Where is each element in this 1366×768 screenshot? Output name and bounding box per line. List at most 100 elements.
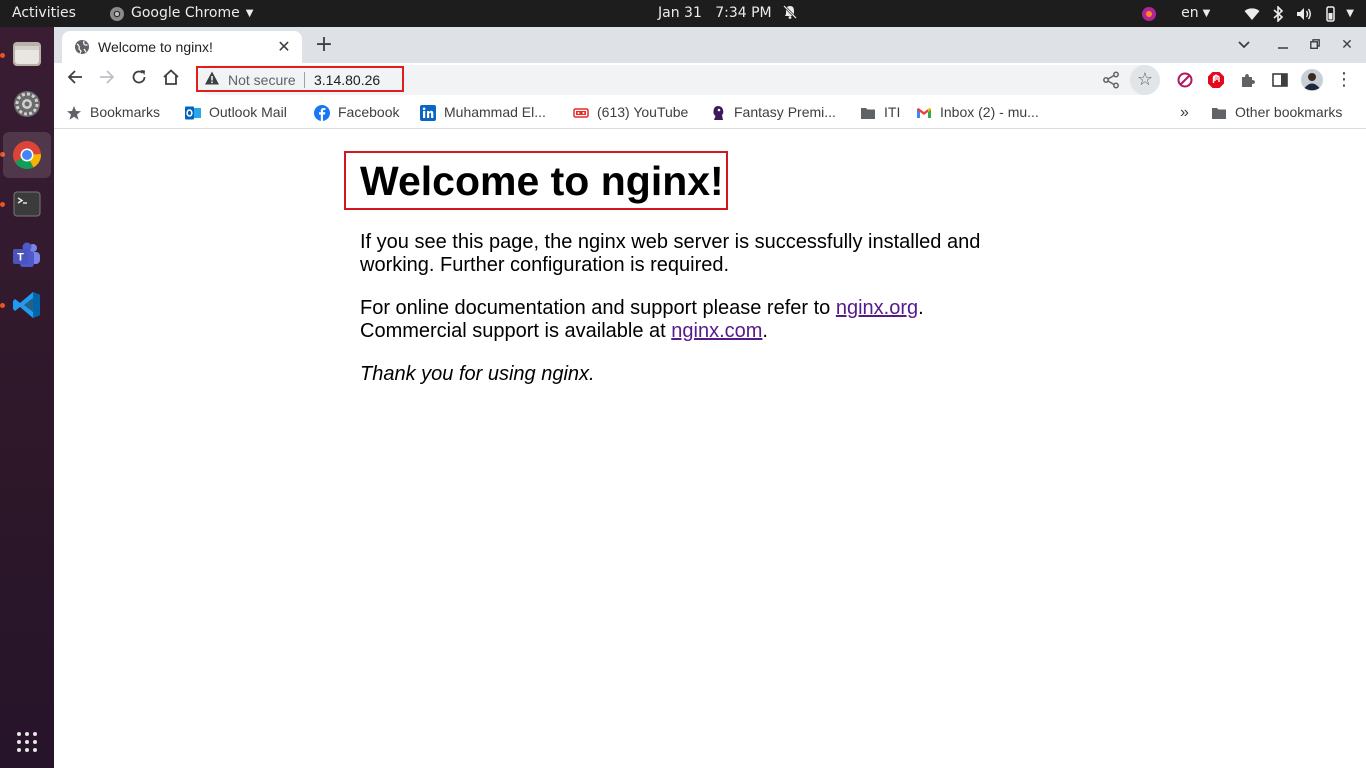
ubuntu-dock: T bbox=[0, 27, 54, 768]
commercial-line: Commercial support is available at nginx… bbox=[360, 320, 768, 343]
bookmarks-bar: Bookmarks Outlook Mail Facebook Muhammad… bbox=[54, 97, 1366, 129]
chrome-icon bbox=[110, 6, 124, 21]
caret-down-icon: ▼ bbox=[245, 8, 254, 19]
back-arrow-icon[interactable] bbox=[63, 68, 87, 92]
browser-toolbar: Not secure 3.14.80.26 ☆ ⋮ bbox=[54, 63, 1366, 97]
system-top-bar: Activities Google Chrome ▼ Jan 31 7:34 P… bbox=[0, 0, 1366, 27]
settings-launcher[interactable] bbox=[3, 81, 51, 127]
vscode-launcher[interactable] bbox=[3, 282, 51, 328]
forward-arrow-icon[interactable] bbox=[95, 68, 119, 92]
new-tab-button[interactable]: + bbox=[312, 33, 336, 57]
tab-close-icon[interactable]: ✕ bbox=[276, 39, 292, 55]
commercial-text: Commercial support is available at bbox=[360, 320, 672, 342]
terminal-launcher[interactable] bbox=[3, 181, 51, 227]
globe-icon bbox=[75, 40, 89, 54]
app-menu[interactable]: Google Chrome ▼ bbox=[109, 0, 253, 27]
microsoft-teams-icon: T bbox=[13, 242, 40, 267]
docs-period: . bbox=[918, 297, 924, 319]
bookmark-outlook-mail[interactable]: Outlook Mail bbox=[185, 97, 287, 128]
tab-active[interactable]: Welcome to nginx! ✕ bbox=[62, 31, 302, 63]
docs-line: For online documentation and support ple… bbox=[360, 297, 924, 320]
bookmark-label: Inbox (2) - mu... bbox=[940, 104, 1039, 120]
wifi-icon bbox=[1244, 7, 1260, 20]
caret-down-icon: ▼ bbox=[1346, 8, 1354, 19]
side-panel-icon[interactable] bbox=[1271, 71, 1289, 89]
gmail-icon bbox=[917, 107, 931, 118]
other-bookmarks-label: Other bookmarks bbox=[1235, 104, 1343, 120]
folder-icon bbox=[861, 107, 875, 119]
nginx-org-link[interactable]: nginx.org bbox=[836, 297, 918, 319]
url-text[interactable]: 3.14.80.26 bbox=[314, 63, 380, 97]
chrome-window: Welcome to nginx! ✕ + ✕ Not secure 3.14.… bbox=[54, 27, 1366, 768]
clock[interactable]: Jan 31 7:34 PM bbox=[658, 0, 798, 27]
bookmark-linkedin[interactable]: Muhammad El... bbox=[420, 97, 546, 128]
folder-icon bbox=[1212, 107, 1226, 119]
bookmark-bookmarks[interactable]: Bookmarks bbox=[66, 97, 160, 128]
premier-league-icon bbox=[713, 105, 724, 120]
bookmark-label: Facebook bbox=[338, 104, 400, 120]
bookmark-label: ITI bbox=[884, 104, 901, 120]
other-bookmarks-folder[interactable]: Other bookmarks bbox=[1211, 97, 1342, 128]
tab-search-chevron-icon[interactable] bbox=[1232, 33, 1256, 57]
profile-avatar[interactable] bbox=[1301, 69, 1323, 91]
clock-time: 7:34 PM bbox=[715, 5, 772, 21]
caret-down-icon: ▼ bbox=[1202, 8, 1211, 19]
bookmark-folder-iti[interactable]: ITI bbox=[860, 97, 900, 128]
minimize-button[interactable] bbox=[1271, 33, 1295, 57]
show-applications-button[interactable] bbox=[3, 719, 51, 765]
reload-icon[interactable] bbox=[127, 68, 151, 92]
bookmark-youtube[interactable]: (613) YouTube bbox=[573, 97, 688, 128]
restore-button[interactable] bbox=[1303, 33, 1327, 57]
intro-line-1: If you see this page, the nginx web serv… bbox=[360, 231, 981, 253]
home-icon[interactable] bbox=[159, 68, 183, 92]
app-menu-label: Google Chrome bbox=[131, 5, 240, 21]
bookmark-star-icon[interactable]: ☆ bbox=[1130, 65, 1160, 95]
bookmark-label: Fantasy Premi... bbox=[734, 104, 836, 120]
docs-text: For online documentation and support ple… bbox=[360, 297, 836, 319]
extensions-puzzle-icon[interactable] bbox=[1239, 71, 1257, 89]
adblock-extension-icon[interactable] bbox=[1207, 71, 1225, 89]
battery-phone-icon bbox=[1326, 5, 1336, 22]
activities-button[interactable]: Activities bbox=[12, 0, 76, 27]
bookmarks-overflow-button[interactable]: » bbox=[1180, 97, 1189, 128]
tab-strip: Welcome to nginx! ✕ + ✕ bbox=[54, 27, 1366, 63]
thanks-line: Thank you for using nginx. bbox=[360, 363, 595, 385]
keyboard-language[interactable]: en bbox=[1181, 0, 1199, 27]
terminal-icon bbox=[13, 191, 41, 217]
web-page-content: Welcome to nginx! If you see this page, … bbox=[54, 130, 1366, 768]
warning-triangle-icon[interactable] bbox=[204, 70, 220, 86]
youtube-icon bbox=[573, 107, 589, 118]
share-icon[interactable] bbox=[1102, 71, 1120, 89]
chrome-menu-icon[interactable]: ⋮ bbox=[1332, 68, 1356, 92]
page-heading: Welcome to nginx! bbox=[360, 158, 724, 204]
blocker-extension-icon[interactable] bbox=[1176, 71, 1194, 89]
bookmark-label: Bookmarks bbox=[90, 104, 161, 120]
linkedin-icon bbox=[420, 104, 436, 121]
clock-date: Jan 31 bbox=[658, 5, 702, 21]
files-icon bbox=[13, 42, 41, 66]
files-launcher[interactable] bbox=[3, 31, 51, 77]
volume-icon bbox=[1297, 7, 1312, 20]
notifications-off-icon bbox=[783, 5, 797, 19]
outlook-icon bbox=[185, 106, 201, 119]
system-tray[interactable]: en ▼ ▼ bbox=[1141, 0, 1354, 27]
visual-studio-code-icon bbox=[13, 292, 40, 318]
google-chrome-icon bbox=[13, 141, 41, 169]
security-status-label[interactable]: Not secure bbox=[228, 63, 296, 97]
star-icon bbox=[67, 105, 81, 120]
teams-launcher[interactable]: T bbox=[3, 233, 51, 279]
chrome-launcher[interactable] bbox=[3, 132, 51, 178]
nginx-com-link[interactable]: nginx.com bbox=[671, 320, 762, 342]
bookmark-facebook[interactable]: Facebook bbox=[314, 97, 399, 128]
bookmark-label: (613) YouTube bbox=[597, 104, 689, 120]
svg-text:T: T bbox=[17, 252, 24, 264]
close-window-button[interactable]: ✕ bbox=[1335, 33, 1359, 57]
bookmark-fantasy-premier-league[interactable]: Fantasy Premi... bbox=[710, 97, 836, 128]
bluetooth-icon bbox=[1273, 5, 1284, 22]
bookmark-gmail-inbox[interactable]: Inbox (2) - mu... bbox=[916, 97, 1039, 128]
app-grid-icon bbox=[17, 732, 37, 752]
firefox-indicator-icon bbox=[1142, 6, 1157, 21]
bookmark-label: Muhammad El... bbox=[444, 104, 546, 120]
tab-title: Welcome to nginx! bbox=[98, 39, 213, 55]
settings-gear-icon bbox=[14, 91, 40, 117]
